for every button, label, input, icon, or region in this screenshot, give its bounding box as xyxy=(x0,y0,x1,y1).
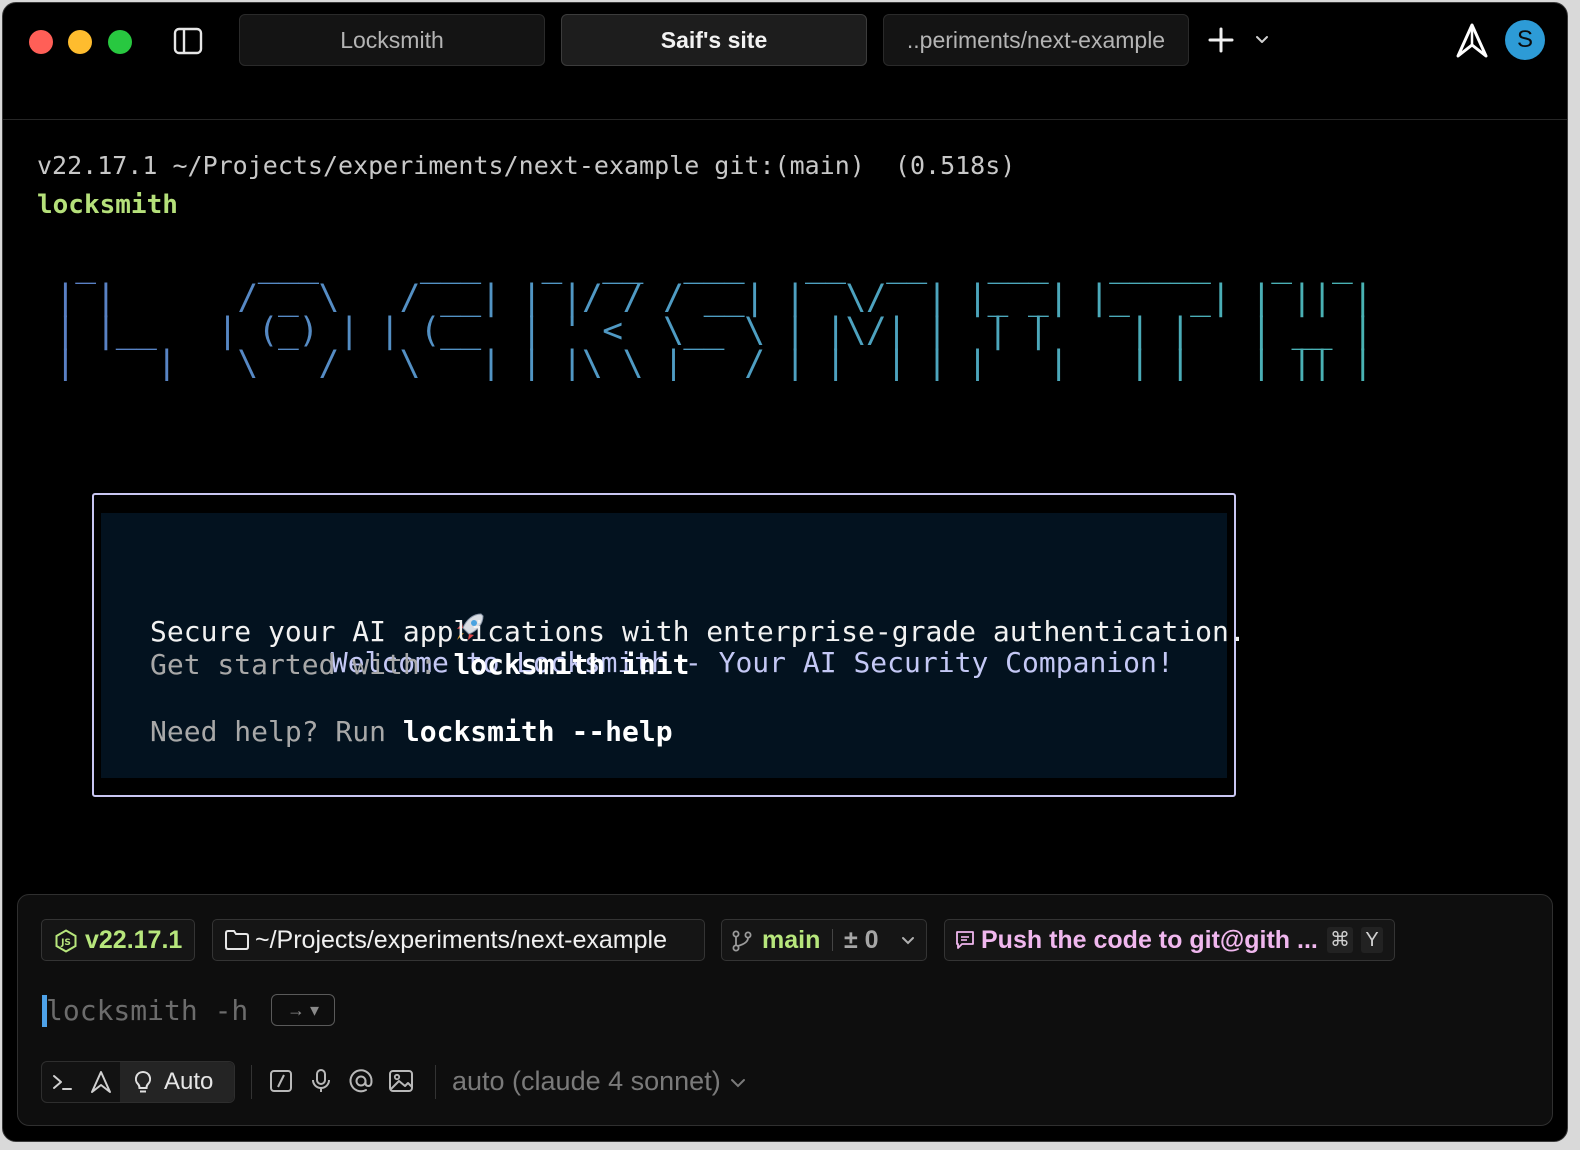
node-version-chip[interactable]: JS v22.17.1 xyxy=(41,919,195,961)
get-started-label: Get started with: xyxy=(150,648,454,681)
agent-mode-button[interactable] xyxy=(82,1062,120,1102)
welcome-panel: Welcome to Locksmith - Your AI Security … xyxy=(101,513,1246,778)
welcome-secure-line: Secure your AI applications with enterpr… xyxy=(150,615,1246,648)
sidebar-toggle-icon[interactable] xyxy=(173,27,203,55)
previous-prompt-line: v22.17.1 ~/Projects/experiments/next-exa… xyxy=(37,151,1016,180)
init-command: locksmith init xyxy=(453,648,690,681)
nodejs-icon: JS xyxy=(55,929,77,953)
minimize-window-button[interactable] xyxy=(68,30,92,54)
help-label: Need help? Run xyxy=(150,715,403,748)
chat-bubble-icon xyxy=(956,931,974,949)
lightbulb-icon xyxy=(134,1070,152,1093)
auto-mode-button[interactable]: Auto xyxy=(120,1062,234,1102)
shortcut-y-key: Y xyxy=(1361,927,1383,953)
toolbar-divider xyxy=(251,1065,252,1099)
directory-label: ~/Projects/experiments/next-example xyxy=(255,926,667,954)
rocket-icon xyxy=(285,577,484,640)
git-branch-chip[interactable]: main ± 0 xyxy=(721,919,927,961)
model-label: auto (claude 4 sonnet) xyxy=(452,1066,721,1096)
node-version-label: v22.17.1 xyxy=(85,926,183,954)
shortcut-cmd-key: ⌘ xyxy=(1327,927,1353,953)
input-panel: JS v22.17.1 ~/Projects/experiments/next-… xyxy=(17,894,1553,1126)
chevron-down-icon[interactable] xyxy=(1253,31,1271,49)
terminal-mode-button[interactable] xyxy=(42,1062,82,1102)
branch-label: main xyxy=(762,926,821,954)
chevron-down-icon xyxy=(730,1078,745,1088)
tab-saifs-site[interactable]: Saif's site xyxy=(561,14,867,66)
avatar[interactable]: S xyxy=(1505,20,1545,60)
locksmith-ascii-banner: _ ___ ___ _ __ ___ __ __ ___ _____ _ _ |… xyxy=(55,245,1373,384)
prompt-suggestion-label: Push the code to git@gith ... xyxy=(981,926,1318,954)
directory-chip[interactable]: ~/Projects/experiments/next-example xyxy=(212,919,705,961)
terminal-window: Locksmith Saif's site ..periments/next-e… xyxy=(2,2,1568,1142)
agent-icon xyxy=(91,1071,111,1093)
tab-locksmith[interactable]: Locksmith xyxy=(239,14,545,66)
image-icon[interactable] xyxy=(387,1067,415,1095)
welcome-help-line: Need help? Run locksmith --help xyxy=(150,715,673,748)
title-bar: Locksmith Saif's site ..periments/next-e… xyxy=(3,3,1567,120)
zoom-window-button[interactable] xyxy=(108,30,132,54)
help-command: locksmith --help xyxy=(402,715,673,748)
folder-icon xyxy=(225,930,249,950)
svg-text:JS: JS xyxy=(60,938,71,948)
chevron-down-icon xyxy=(902,937,914,945)
input-mode-switcher: Auto xyxy=(41,1061,235,1103)
diff-count: ± 0 xyxy=(844,926,879,954)
microphone-icon[interactable] xyxy=(307,1067,335,1095)
at-icon[interactable] xyxy=(347,1067,375,1095)
command-input-placeholder: locksmith -h xyxy=(46,994,249,1027)
prompt-suggestion-chip[interactable]: Push the code to git@gith ... ⌘ Y xyxy=(944,919,1395,961)
close-window-button[interactable] xyxy=(29,30,53,54)
plus-icon[interactable] xyxy=(1206,25,1236,55)
chip-divider xyxy=(832,929,833,951)
tab-next-example[interactable]: ..periments/next-example xyxy=(883,14,1189,66)
accept-suggestion-button[interactable]: → ▾ xyxy=(271,994,335,1026)
terminal-icon xyxy=(53,1075,72,1090)
auto-mode-label: Auto xyxy=(164,1068,214,1095)
model-selector[interactable]: auto (claude 4 sonnet) xyxy=(452,1061,747,1101)
executed-command: locksmith xyxy=(37,190,178,220)
slash-command-icon[interactable] xyxy=(267,1067,295,1095)
toolbar-divider xyxy=(435,1065,436,1099)
warp-logo-icon[interactable] xyxy=(1455,23,1489,59)
git-branch-icon xyxy=(732,930,752,952)
welcome-box: Welcome to Locksmith - Your AI Security … xyxy=(92,493,1246,797)
welcome-get-started-line: Get started with: locksmith init xyxy=(150,648,689,681)
